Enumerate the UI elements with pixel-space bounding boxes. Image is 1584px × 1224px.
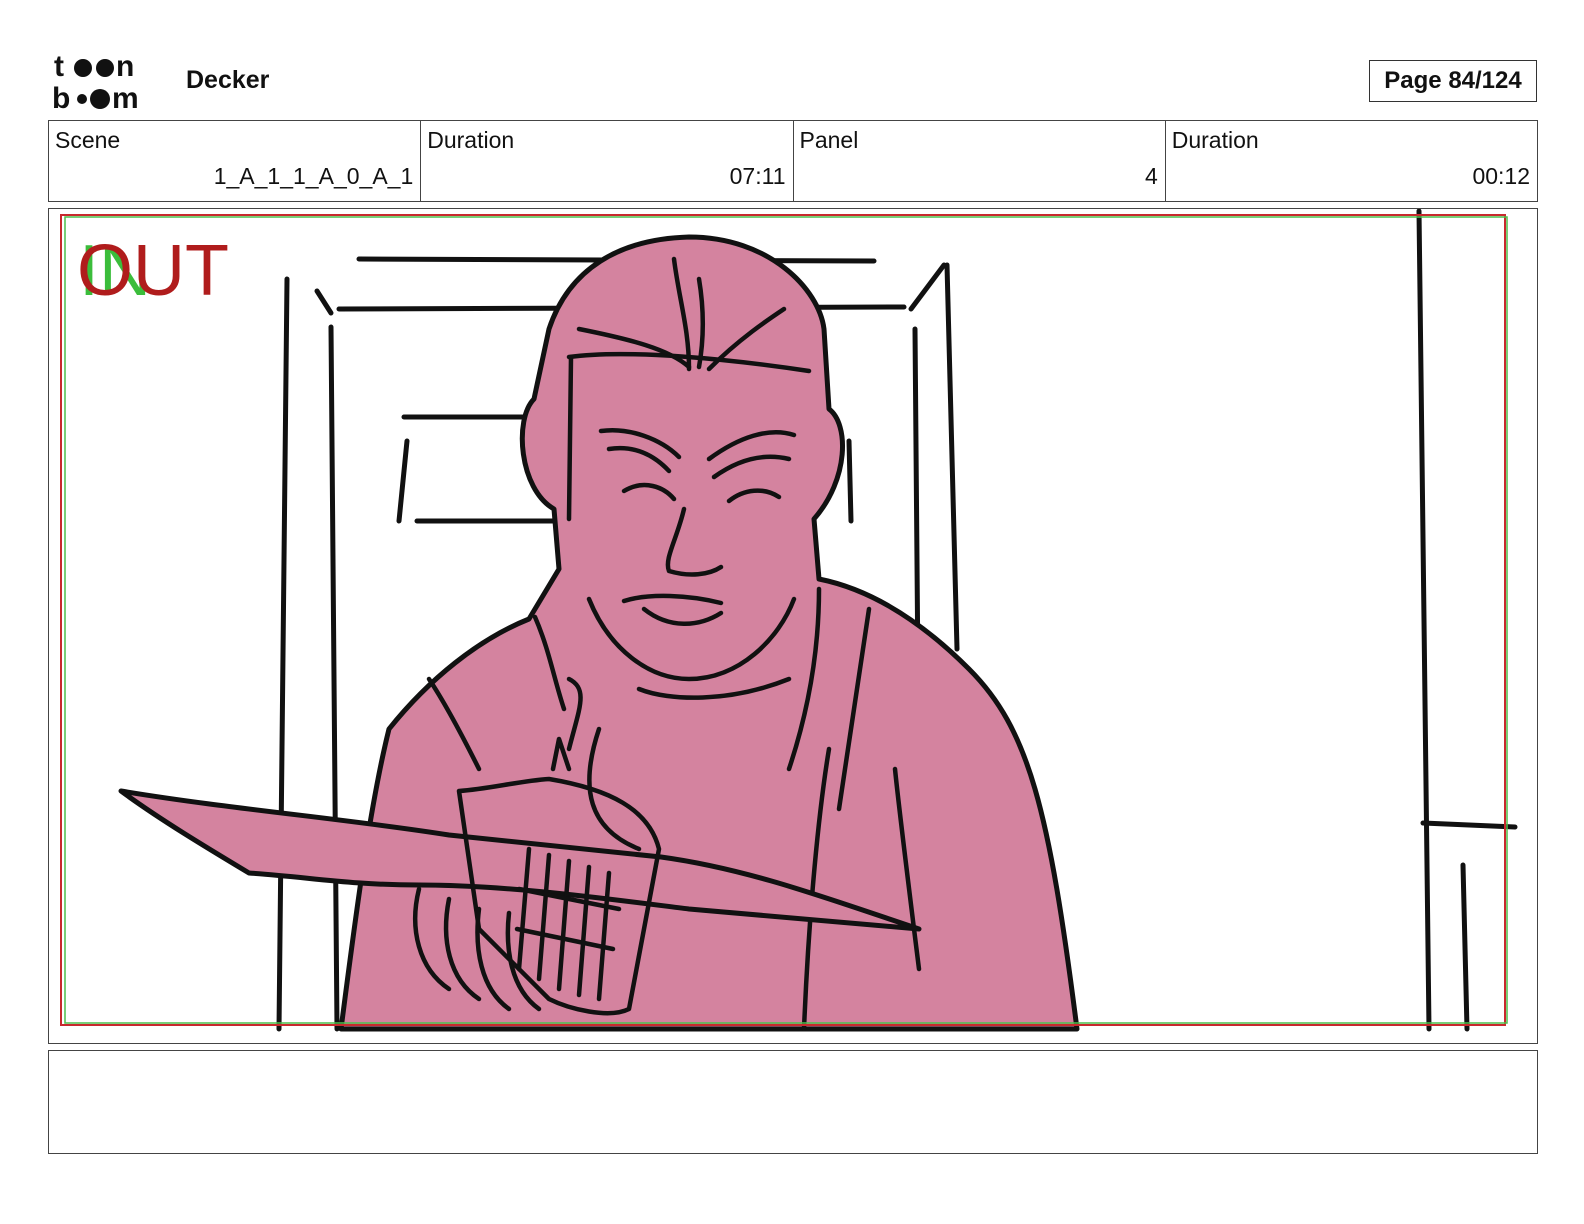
panel-notes-box: [48, 1050, 1538, 1154]
panel-cell: Panel 4: [794, 121, 1166, 201]
svg-text:m: m: [112, 82, 139, 112]
svg-text:t: t: [54, 52, 64, 83]
scene-duration-value: 07:11: [729, 163, 786, 189]
panel-duration-label: Duration: [1171, 127, 1259, 153]
out-marker: OUT: [77, 231, 229, 311]
page-indicator: Page 84/124: [1369, 60, 1537, 102]
storyboard-panel: IN OUT: [48, 208, 1538, 1044]
svg-text:n: n: [116, 52, 134, 83]
page-number: 84/124: [1448, 67, 1522, 94]
panel-info-table: Scene 1_A_1_1_A_0_A_1 Duration 07:11 Pan…: [48, 120, 1538, 202]
panel-duration-value: 00:12: [1472, 163, 1530, 189]
panel-label: Panel: [799, 127, 859, 153]
scene-duration-label: Duration: [427, 127, 515, 153]
scene-duration-cell: Duration 07:11: [421, 121, 794, 201]
scene-cell: Scene 1_A_1_1_A_0_A_1: [49, 121, 422, 201]
panel-value: 4: [1144, 163, 1158, 189]
scene-value: 1_A_1_1_A_0_A_1: [213, 163, 414, 189]
toon-boom-logo: t n b m: [52, 52, 164, 112]
panel-duration-cell: Duration 00:12: [1166, 121, 1537, 201]
scene-label: Scene: [55, 127, 121, 153]
svg-text:b: b: [52, 82, 70, 112]
panel-drawing: [60, 209, 1518, 1032]
page-label: Page: [1384, 67, 1442, 94]
project-title: Decker: [186, 66, 270, 94]
